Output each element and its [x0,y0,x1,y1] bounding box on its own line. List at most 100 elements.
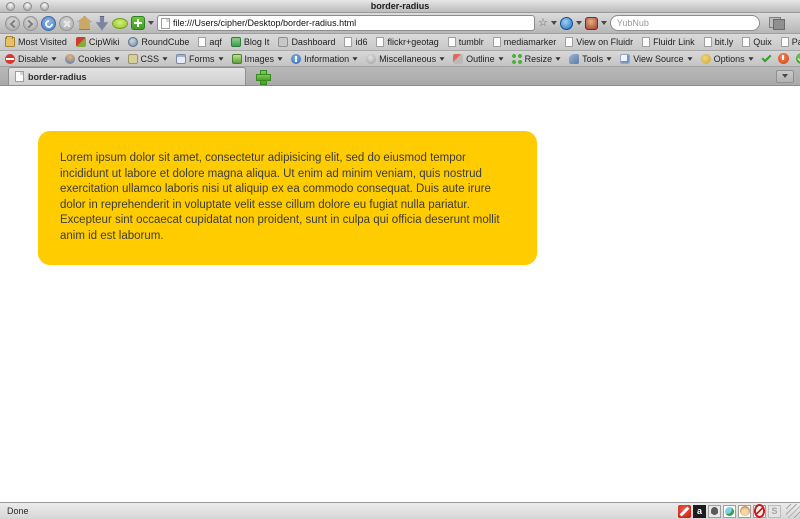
page-icon [448,37,456,47]
page-icon [704,37,712,47]
validation-ok-icon[interactable] [796,53,800,64]
bookmark-item-pagerank[interactable]: PageRank [781,37,800,47]
forward-button[interactable] [23,16,38,31]
chevron-down-icon [748,57,753,60]
bookmark-item-aqf[interactable]: aqf [198,37,222,47]
title-bar: border-radius [0,0,800,13]
tab-favicon-page-icon [15,71,24,82]
stylish-icon[interactable]: S [768,505,781,518]
firebug-icon[interactable] [708,505,721,518]
search-input[interactable] [617,18,753,28]
favicon-page-icon [161,18,170,29]
webdev-label: View Source [633,54,683,64]
bookmark-item-blog-it[interactable]: Blog It [231,37,270,47]
webdev-menu-miscellaneous[interactable]: Miscellaneous [366,54,445,64]
resize-icon [512,54,522,64]
bookmark-label: bit.ly [715,37,734,47]
back-icon [10,19,18,27]
page-icon [565,37,573,47]
webdev-menu-cookies[interactable]: Cookies [65,54,120,64]
noscript-icon[interactable] [753,505,766,518]
webdev-label: CSS [141,54,160,64]
webdev-menu-disable[interactable]: Disable [5,54,57,64]
bookmark-item-dashboard[interactable]: Dashboard [278,37,335,47]
stop-button[interactable] [59,16,74,31]
webdev-menu-information[interactable]: Information [291,54,358,64]
resize-grip[interactable] [786,504,800,518]
bookmark-item-roundcube[interactable]: RoundCube [128,37,189,47]
bookmark-item-id6[interactable]: id6 [344,37,367,47]
bookmark-label: PageRank [792,37,800,47]
bookmark-item-most-visited[interactable]: Most Visited [5,37,67,47]
chevron-down-icon [51,57,56,60]
webdev-label: Images [245,54,275,64]
webdev-menu-view-source[interactable]: View Source [620,54,692,64]
yubnub-engine-icon[interactable] [585,17,598,30]
url-bar[interactable] [157,15,535,31]
add-button[interactable] [131,16,145,30]
js-error-icon[interactable] [778,53,789,64]
bookmark-label: Fluidr Link [653,37,695,47]
forms-icon [176,54,186,64]
reload-button[interactable] [41,16,56,31]
bookmark-item-cipwiki[interactable]: CipWiki [76,37,120,47]
bookmark-item-fluidr-link[interactable]: Fluidr Link [642,37,695,47]
yubnub-dropdown-icon[interactable] [601,21,607,25]
bookmark-label: flickr+geotag [387,37,438,47]
bookmark-item-quix[interactable]: Quix [742,37,772,47]
search-bar[interactable] [610,15,760,31]
bookmark-label: mediamarker [504,37,557,47]
bookmark-item-tumblr[interactable]: tumblr [448,37,484,47]
bookmark-item-mediamarker[interactable]: mediamarker [493,37,557,47]
webdev-menu-images[interactable]: Images [232,54,284,64]
url-input[interactable] [173,18,531,28]
webdev-menu-resize[interactable]: Resize [512,54,562,64]
search-engine-icon[interactable] [560,17,573,30]
bookmark-item-bitly[interactable]: bit.ly [704,37,734,47]
webdev-menu-forms[interactable]: Forms [176,54,224,64]
webdev-menu-css[interactable]: CSS [128,54,169,64]
css-valid-check-icon[interactable] [761,52,771,62]
downloads-button[interactable] [95,16,109,31]
webdev-menu-tools[interactable]: Tools [569,54,612,64]
tab-border-radius[interactable]: border-radius [8,67,246,85]
globe-extension-icon[interactable] [723,505,736,518]
chevron-down-icon [556,57,561,60]
lorem-text: Lorem ipsum dolor sit amet, consectetur … [60,152,500,242]
statusbar-icons: a S [678,504,800,518]
adblock-icon[interactable] [678,505,691,518]
webdev-label: Resize [525,54,553,64]
bookmark-item-view-on-fluidr[interactable]: View on Fluidr [565,37,633,47]
windows-icon[interactable] [769,17,785,30]
disable-icon [5,54,15,64]
dashboard-icon [278,37,288,47]
bookmark-label: tumblr [459,37,484,47]
bookmark-star-icon[interactable]: ☆ [538,16,548,30]
lorem-box: Lorem ipsum dolor sit amet, consectetur … [38,131,537,265]
greasemonkey-icon[interactable] [738,505,751,518]
webdev-menu-options[interactable]: Options [701,54,754,64]
bookmark-item-flickr-geotag[interactable]: flickr+geotag [376,37,438,47]
tab-list-button[interactable] [776,70,794,83]
engine-dropdown-icon[interactable] [576,21,582,25]
bookmark-label: RoundCube [141,37,189,47]
extension-a-icon[interactable]: a [693,505,706,518]
green-diamond-icon[interactable] [112,18,128,29]
bookmark-label: Dashboard [291,37,335,47]
bookmark-dropdown-icon[interactable] [551,21,557,25]
webdev-menu-outline[interactable]: Outline [453,54,504,64]
home-button[interactable] [77,16,92,30]
stop-icon [60,17,73,30]
bookmark-label: id6 [355,37,367,47]
css-icon [128,54,138,64]
new-tab-button[interactable] [256,70,269,83]
forward-icon [25,19,33,27]
webdev-label: Disable [18,54,48,64]
toolbar-dropdown-icon[interactable] [148,21,154,25]
chevron-down-icon [278,57,283,60]
page-icon [742,37,750,47]
back-button[interactable] [5,16,20,31]
chevron-down-icon [607,57,612,60]
bookmark-label: Quix [753,37,772,47]
folder-icon [5,37,15,47]
